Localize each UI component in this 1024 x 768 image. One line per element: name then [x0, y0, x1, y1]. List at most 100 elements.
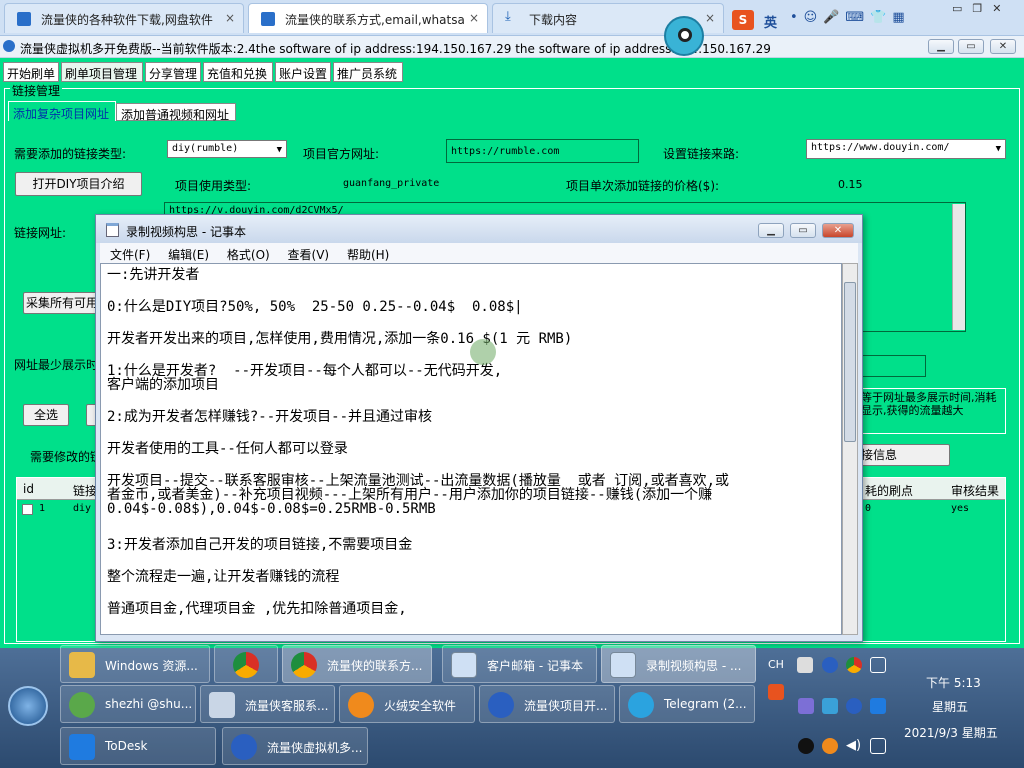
- menu-share[interactable]: 分享管理: [145, 62, 201, 82]
- ime-mode[interactable]: 英: [764, 12, 777, 31]
- volume-icon[interactable]: ◀): [846, 738, 862, 754]
- tray-sogou-icon[interactable]: [768, 684, 784, 700]
- taskbar-label: ToDesk: [105, 739, 148, 753]
- ime-toolbar-icons[interactable]: •☺🎤⌨👕▦: [790, 10, 940, 28]
- app-title: 流量侠虚拟机多开免费版--当前软件版本:2.4the software of i…: [20, 42, 771, 56]
- taskbar-label: 客户邮箱 - 记事本: [487, 659, 583, 673]
- taskbar-project-dev[interactable]: 流量侠项目开...: [479, 685, 615, 723]
- tray-icon[interactable]: [798, 698, 814, 714]
- browser-tab-bar: 流量侠的各种软件下载,网盘软件 × 流量侠的联系方式,email,whatsa …: [0, 0, 1024, 36]
- app-icon: [231, 734, 257, 760]
- flame-icon: [348, 692, 374, 718]
- text-line: 0.04$-0.08$),0.04$-0.08$=0.25RMB-0.5RMB: [107, 501, 436, 517]
- notepad-scrollbar[interactable]: [842, 263, 858, 635]
- menu-start[interactable]: 开始刷单: [3, 62, 59, 82]
- menu-help[interactable]: 帮助(H): [347, 248, 389, 262]
- source-select[interactable]: https://www.douyin.com/ ▼: [806, 139, 1006, 159]
- usage-type-label: 项目使用类型:: [175, 179, 252, 193]
- taskbar-shezhi[interactable]: shezhi @shu...: [60, 685, 196, 723]
- price-value: 0.15: [838, 178, 863, 191]
- scrollbar[interactable]: [952, 204, 965, 330]
- tray-chrome-icon[interactable]: [846, 657, 862, 673]
- start-button[interactable]: [8, 686, 48, 726]
- tray-app-icon[interactable]: [822, 657, 838, 673]
- notepad-text-area[interactable]: 一:先讲开发者 0:什么是DIY项目?50%, 50% 25-50 0.25--…: [100, 263, 842, 635]
- notepad-title: 录制视频构思 - 记事本: [126, 225, 246, 239]
- tray-icon[interactable]: [797, 657, 813, 673]
- official-url-input[interactable]: https://rumble.com: [446, 139, 639, 163]
- scroll-thumb[interactable]: [844, 282, 856, 442]
- avatar-icon: [209, 692, 235, 718]
- tray-window-icon[interactable]: [870, 657, 886, 673]
- row-checkbox[interactable]: [22, 504, 33, 515]
- col-result: 审核结果: [951, 484, 1000, 498]
- close-icon[interactable]: ×: [469, 11, 479, 25]
- mascot-eye: [678, 28, 692, 42]
- link-type-select[interactable]: diy(rumble) ▼: [167, 140, 287, 158]
- tab-label: 流量侠的联系方式,email,whatsa: [285, 13, 465, 27]
- taskbar-chrome-tab[interactable]: 流量侠的联系方...: [282, 645, 432, 683]
- menu-account[interactable]: 账户设置: [275, 62, 331, 82]
- link-info-button[interactable]: 接信息: [856, 444, 950, 466]
- taskbar-label: 流量侠虚拟机多...: [267, 741, 363, 755]
- maximize-button[interactable]: ▭: [790, 223, 816, 238]
- sogou-ime-icon[interactable]: S: [732, 10, 754, 30]
- minimize-button[interactable]: ▁: [758, 223, 784, 238]
- menu-format[interactable]: 格式(O): [227, 248, 270, 262]
- text-line: 整个流程走一遍,让开发者赚钱的流程: [107, 569, 340, 585]
- close-button[interactable]: ✕: [822, 223, 854, 238]
- select-all-button[interactable]: 全选: [23, 404, 69, 426]
- taskbar-huorong[interactable]: 火绒安全软件: [339, 685, 475, 723]
- close-button[interactable]: ✕: [990, 39, 1016, 54]
- open-diy-intro-button[interactable]: 打开DIY项目介绍: [15, 172, 142, 196]
- taskbar-todesk[interactable]: ToDesk: [60, 727, 216, 765]
- menu-project-manage[interactable]: 刷单项目管理: [61, 62, 143, 82]
- text-line: 3:开发者添加自己开发的项目链接,不需要项目金: [107, 537, 413, 553]
- taskbar-telegram[interactable]: Telegram (2...: [619, 685, 755, 723]
- browser-window-controls[interactable]: ▭❐✕: [952, 2, 1024, 16]
- notepad-icon: [610, 652, 636, 678]
- minimize-button[interactable]: ▁: [928, 39, 954, 54]
- notepad-icon: [106, 223, 119, 237]
- taskbar-service[interactable]: 流量侠客服系...: [200, 685, 335, 723]
- taskbar-chrome[interactable]: [214, 645, 278, 683]
- tray-todesk-icon[interactable]: [870, 698, 886, 714]
- menu-edit[interactable]: 编辑(E): [168, 248, 209, 262]
- clock-time[interactable]: 下午 5:13: [926, 674, 981, 691]
- menu-file[interactable]: 文件(F): [110, 248, 150, 262]
- network-icon[interactable]: [870, 738, 886, 754]
- menu-promoter[interactable]: 推广员系统: [333, 62, 403, 82]
- taskbar-label: Windows 资源...: [105, 659, 198, 673]
- qq-icon[interactable]: [798, 738, 814, 754]
- menu-recharge[interactable]: 充值和兑换: [203, 62, 273, 82]
- flame-icon[interactable]: [822, 738, 838, 754]
- taskbar-label: 流量侠项目开...: [524, 699, 608, 713]
- notepad-window: 录制视频构思 - 记事本 ▁ ▭ ✕ 文件(F) 编辑(E) 格式(O) 查看(…: [95, 214, 863, 642]
- chat-icon: [69, 692, 95, 718]
- app-menu-bar: 开始刷单 刷单项目管理 分享管理 充值和兑换 账户设置 推广员系统: [0, 62, 1024, 82]
- tray-app-icon[interactable]: [846, 698, 862, 714]
- clock-day[interactable]: 星期五: [932, 698, 968, 715]
- cell-type: diy: [73, 503, 92, 514]
- clock-date[interactable]: 2021/9/3 星期五: [904, 724, 998, 741]
- maximize-button[interactable]: ▭: [958, 39, 984, 54]
- taskbar-label: 流量侠客服系...: [245, 699, 329, 713]
- text-line: 2:成为开发者怎样赚钱?--开发项目--并且通过审核: [107, 409, 432, 425]
- chrome-icon: [233, 652, 259, 678]
- text-line: 普通项目金,代理项目金 ,优先扣除普通项目金,: [107, 601, 407, 617]
- close-icon[interactable]: ×: [225, 11, 235, 25]
- lang-indicator[interactable]: CH: [768, 658, 784, 671]
- subtab-normal[interactable]: 添加普通视频和网址: [116, 103, 236, 122]
- browser-tab[interactable]: 流量侠的各种软件下载,网盘软件 ×: [4, 3, 244, 33]
- taskbar-notepad-video[interactable]: 录制视频构思 - ...: [601, 645, 756, 683]
- taskbar-vm[interactable]: 流量侠虚拟机多...: [222, 727, 368, 765]
- close-icon[interactable]: ×: [705, 11, 715, 25]
- taskbar-notepad-mail[interactable]: 客户邮箱 - 记事本: [442, 645, 597, 683]
- collect-all-button[interactable]: 采集所有可用: [23, 292, 101, 314]
- taskbar-explorer[interactable]: Windows 资源...: [60, 645, 210, 683]
- browser-tab-active[interactable]: 流量侠的联系方式,email,whatsa ×: [248, 3, 488, 33]
- subtab-complex[interactable]: 添加复杂项目网址: [8, 101, 116, 121]
- tray-icon[interactable]: [822, 698, 838, 714]
- min-show-input[interactable]: [858, 355, 926, 377]
- menu-view[interactable]: 查看(V): [288, 248, 330, 262]
